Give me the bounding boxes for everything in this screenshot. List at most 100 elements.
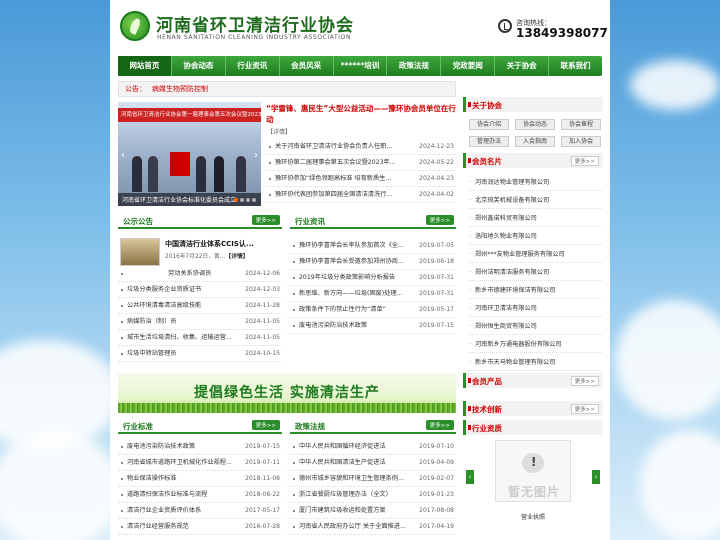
- green-banner[interactable]: 提倡绿色生活 实施清洁生产: [118, 373, 456, 413]
- member-item[interactable]: 郑州恒生商贸有限公司: [469, 318, 601, 335]
- notice-link[interactable]: 病媒生物预防控制: [152, 85, 208, 93]
- slider-dot[interactable]: [234, 198, 238, 202]
- news-title[interactable]: 豫环协代表团参加第四届全国清洁清洗行...: [275, 187, 415, 203]
- news-title[interactable]: 浙江省餐厨垃圾管理办法（全文）: [299, 487, 417, 503]
- list-item[interactable]: 新思维、新方向——垃圾(固废)处理... 2019-07-31: [290, 286, 456, 302]
- list-item[interactable]: 清洁行业经营服务规范 2016-07-28: [118, 519, 282, 535]
- logo-icon[interactable]: [120, 11, 150, 41]
- news-title[interactable]: 豫环协李喜萍会长率队参加首次《全...: [299, 238, 417, 254]
- news-title[interactable]: 政策条件下的禁止性行为“清单”: [299, 302, 417, 318]
- about-news-button[interactable]: 协会动态: [515, 119, 555, 130]
- member-item[interactable]: 北京琉芙机械设备有限公司: [469, 192, 601, 209]
- news-title[interactable]: 新思维、新方向——垃圾(固废)处理...: [299, 286, 417, 302]
- nav-item-industry-news[interactable]: 行业资讯: [226, 56, 280, 76]
- nav-item-party-news[interactable]: 党政要闻: [441, 56, 496, 76]
- list-item[interactable]: 病媒防治（制）员 2024-11-05: [118, 314, 282, 330]
- featured-news-title[interactable]: 中国清洁行业体系CCIS认...: [165, 239, 285, 249]
- headline-title[interactable]: “学雷锋、惠民生”大型公益活动——豫环协会员单位在行动: [266, 103, 456, 125]
- qualification-caption[interactable]: 营业执照: [495, 512, 571, 521]
- list-item[interactable]: 关于河南省环卫清洁行业协会负责人任职... 2024-12-23: [266, 139, 456, 155]
- member-item[interactable]: 郑州鑫诺科贸有限公司: [469, 210, 601, 227]
- news-slider[interactable]: 河南省环卫清洁行业协会第一届理事会第五次会议暨2023年度总结大会 ‹ › 河南…: [118, 102, 261, 206]
- list-item[interactable]: 物业保洁操作标准 2018-11-08: [118, 471, 282, 487]
- news-title[interactable]: 河南省城市道路环卫机械化作业规程...: [127, 455, 245, 471]
- list-item[interactable]: 中华人民共和国清洁生产促进法 2019-04-09: [290, 455, 456, 471]
- list-item[interactable]: 道路清扫保洁作业标准与流程 2018-08-22: [118, 487, 282, 503]
- list-item[interactable]: 豫环协第二届理事会第五次会议暨2023年... 2024-05-22: [266, 155, 456, 171]
- about-charter-button[interactable]: 协会章程: [561, 119, 601, 130]
- news-title[interactable]: 道路清扫保洁作业标准与流程: [127, 487, 245, 503]
- news-title[interactable]: 豫环协第二届理事会第五次会议暨2023年...: [275, 155, 415, 171]
- slider-dot[interactable]: [252, 198, 256, 202]
- member-item[interactable]: 郑州***友物业管理服务有限公司: [469, 246, 601, 263]
- industry-news-more-button[interactable]: 更多>>: [425, 215, 454, 225]
- members-more-button[interactable]: 更多>>: [570, 156, 599, 166]
- list-item[interactable]: 豫环协李喜萍会长率队参加首次《全... 2019-07-05: [290, 238, 456, 254]
- slider-dot[interactable]: [240, 198, 244, 202]
- about-guide-button[interactable]: 入会指南: [515, 136, 555, 147]
- chevron-right-icon[interactable]: ›: [254, 150, 258, 161]
- slider-dot[interactable]: [246, 198, 250, 202]
- news-title[interactable]: 2019年垃圾分类政策影响分析报告: [299, 270, 417, 286]
- news-title[interactable]: 德州市城乡容貌和环境卫生管理条例...: [299, 471, 417, 487]
- news-title[interactable]: 清洁行业企业资质评价体系: [127, 503, 245, 519]
- list-item[interactable]: 厦门市建筑垃圾收运和处置方案 2017-08-08: [290, 503, 456, 519]
- about-rules-button[interactable]: 管理办法: [469, 136, 509, 147]
- news-title[interactable]: 关于河南省环卫清洁行业协会负责人任职...: [275, 139, 415, 155]
- tech-more-button[interactable]: 更多>>: [570, 404, 599, 414]
- member-item[interactable]: 洛阳地久物业有限公司: [469, 228, 601, 245]
- policies-more-button[interactable]: 更多>>: [425, 420, 454, 430]
- news-title[interactable]: 城市生活垃圾清扫、收集、运输运营...: [127, 330, 247, 346]
- list-item[interactable]: 河南省人民政府办公厅 关于全面推进... 2017-04-19: [290, 519, 456, 535]
- products-more-button[interactable]: 更多>>: [570, 376, 599, 386]
- news-title[interactable]: 公共环境清毒清洁高级技能: [127, 298, 247, 314]
- slider-caption[interactable]: 河南省环卫清洁行业协会标准化委员会成立: [122, 195, 240, 204]
- list-item[interactable]: 2019年垃圾分类政策影响分析报告 2019-07-31: [290, 270, 456, 286]
- headline-detail-link[interactable]: 【详情】: [267, 127, 291, 136]
- news-title[interactable]: 废电池污染防治技术政策: [127, 439, 245, 455]
- list-item[interactable]: 劳动关系协调员 2024-12-06: [118, 266, 282, 282]
- nav-item-contact[interactable]: 联系我们: [549, 56, 602, 76]
- list-item[interactable]: 废电池污染防治技术政策 2019-07-15: [290, 318, 456, 334]
- news-title[interactable]: 病媒防治（制）员: [127, 314, 247, 330]
- member-item[interactable]: 河南润达物业管理有限公司: [469, 174, 601, 191]
- list-item[interactable]: 河南省城市道路环卫机械化作业规程... 2019-07-11: [118, 455, 282, 471]
- news-title[interactable]: 河南省人民政府办公厅 关于全面推进...: [299, 519, 417, 535]
- news-title[interactable]: 豫环协李喜萍会长受邀参加郑州协商...: [299, 254, 417, 270]
- member-item[interactable]: 郑州洁明清洁服务有限公司: [469, 264, 601, 281]
- news-title[interactable]: 厦门市建筑垃圾收运和处置方案: [299, 503, 417, 519]
- news-title[interactable]: 中华人民共和国清洁生产促进法: [299, 455, 417, 471]
- nav-item-members[interactable]: 会员风采: [280, 56, 334, 76]
- news-title[interactable]: 豫环协参加“绿色领跑高标准 培育新质生...: [275, 171, 415, 187]
- member-item[interactable]: 河南新乡万通电器股份有限公司: [469, 336, 601, 353]
- member-item[interactable]: 河南环卫清洁有限公司: [469, 300, 601, 317]
- news-title[interactable]: 垃圾分类服务企业资质证书: [127, 282, 247, 298]
- list-item[interactable]: 豫环协李喜萍会长受邀参加郑州协商... 2019-06-18: [290, 254, 456, 270]
- news-title[interactable]: 垃圾中转站管理员: [127, 346, 247, 362]
- nav-item-policies[interactable]: 政策法规: [387, 56, 442, 76]
- list-item[interactable]: 浙江省餐厨垃圾管理办法（全文） 2019-01-23: [290, 487, 456, 503]
- list-item[interactable]: 豫环协代表团参加第四届全国清洁清洗行... 2024-04-02: [266, 187, 456, 203]
- list-item[interactable]: 中华人民共和国循环经济促进法 2019-07-10: [290, 439, 456, 455]
- about-join-button[interactable]: 加入协会: [561, 136, 601, 147]
- list-item[interactable]: 清洁行业企业资质评价体系 2017-05-17: [118, 503, 282, 519]
- standards-more-button[interactable]: 更多>>: [251, 420, 280, 430]
- nav-item-association-news[interactable]: 协会动态: [172, 56, 226, 76]
- member-item[interactable]: 新乡市天马物业管理有限公司: [469, 354, 601, 371]
- chevron-left-icon[interactable]: ‹: [466, 470, 474, 484]
- announcements-more-button[interactable]: 更多>>: [251, 215, 280, 225]
- chevron-left-icon[interactable]: ‹: [121, 150, 125, 161]
- list-item[interactable]: 公共环境清毒清洁高级技能 2024-11-28: [118, 298, 282, 314]
- nav-item-home[interactable]: 网站首页: [118, 56, 172, 76]
- chevron-right-icon[interactable]: ›: [592, 470, 600, 484]
- list-item[interactable]: 德州市城乡容貌和环境卫生管理条例... 2019-02-07: [290, 471, 456, 487]
- featured-news-image[interactable]: [120, 238, 160, 266]
- about-intro-button[interactable]: 协会介绍: [469, 119, 509, 130]
- nav-item-training[interactable]: ******培训: [334, 56, 388, 76]
- list-item[interactable]: 豫环协参加“绿色领跑高标准 培育新质生... 2024-04-23: [266, 171, 456, 187]
- list-item[interactable]: 垃圾分类服务企业资质证书 2024-12-03: [118, 282, 282, 298]
- member-item[interactable]: 新乡市德建环境保洁有限公司: [469, 282, 601, 299]
- list-item[interactable]: 垃圾中转站管理员 2024-10-15: [118, 346, 282, 362]
- news-title[interactable]: 中华人民共和国循环经济促进法: [299, 439, 417, 455]
- list-item[interactable]: 废电池污染防治技术政策 2019-07-15: [118, 439, 282, 455]
